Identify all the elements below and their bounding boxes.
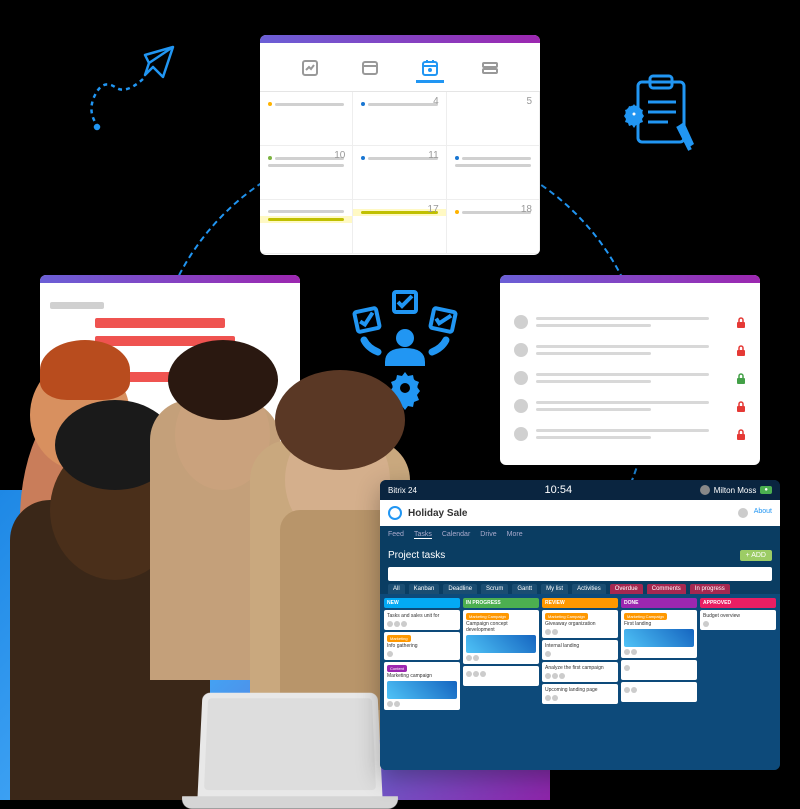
view-tab[interactable]: In progress: [690, 584, 730, 594]
panel-gradient-bar: [40, 275, 300, 283]
calendar-grid: 45 10111718: [260, 91, 540, 254]
section-title: Project tasks: [388, 550, 445, 561]
laptop: [197, 693, 382, 801]
nav-more[interactable]: More: [507, 531, 523, 539]
column-header: NEW: [384, 598, 460, 608]
kanban-card[interactable]: Analyze the first campaign: [542, 662, 618, 682]
nav-calendar[interactable]: Calendar: [442, 531, 470, 539]
avatar: [514, 315, 528, 329]
list-body: [500, 283, 760, 465]
user-name: Milton Moss: [714, 486, 757, 495]
column-header: APPROVED: [700, 598, 776, 608]
kanban-view-tabs: All KanbanDeadline Scrum Gantt My list Activi…: [380, 581, 780, 594]
kanban-card[interactable]: [621, 682, 697, 702]
calendar-cell[interactable]: 17: [353, 200, 446, 254]
search-input[interactable]: [388, 567, 772, 581]
status-badge: ●: [760, 486, 772, 494]
calendar-cell[interactable]: 4: [353, 92, 446, 146]
user-avatar[interactable]: [700, 485, 710, 495]
about-link[interactable]: About: [754, 508, 772, 518]
nav-drive[interactable]: Drive: [480, 531, 496, 539]
tab-calendar[interactable]: [416, 55, 444, 83]
workspace-title: Holiday Sale: [408, 508, 467, 519]
lock-icon: [736, 372, 746, 384]
view-tab[interactable]: My list: [541, 584, 568, 594]
view-tab[interactable]: All: [388, 584, 405, 594]
kanban-column: DONE Marketing CampaignFirst landing: [621, 598, 697, 770]
list-row[interactable]: [514, 315, 746, 329]
kanban-card[interactable]: Upcoming landing page: [542, 684, 618, 704]
lock-icon: [736, 400, 746, 412]
clipboard-gear-icon: [620, 70, 700, 165]
column-header: IN PROGRESS: [463, 598, 539, 608]
calendar-cell[interactable]: [447, 146, 540, 200]
column-header: DONE: [621, 598, 697, 608]
view-tab[interactable]: Activities: [572, 584, 606, 594]
lock-icon: [736, 428, 746, 440]
kanban-card[interactable]: [463, 666, 539, 686]
calendar-tab-bar: [260, 43, 540, 91]
calendar-panel: 45 10111718: [260, 35, 540, 255]
team-photo: [0, 390, 440, 800]
avatar: [514, 427, 528, 441]
brand-label: Bitrix 24: [388, 486, 417, 495]
kanban-column: REVIEW Marketing CampaignGiveaway organiz…: [542, 598, 618, 770]
workspace-icon: [388, 506, 402, 520]
kanban-topbar: Bitrix 24 10:54 Milton Moss ●: [380, 480, 780, 500]
gantt-row: [50, 317, 290, 329]
list-row[interactable]: [514, 399, 746, 413]
kanban-column: IN PROGRESS Marketing CampaignCampaign co…: [463, 598, 539, 770]
kanban-nav: Feed Tasks Calendar Drive More: [380, 526, 780, 544]
column-header: REVIEW: [542, 598, 618, 608]
kanban-card[interactable]: Marketing CampaignCampaign concept devel…: [463, 610, 539, 664]
view-tab[interactable]: Comments: [647, 584, 686, 594]
avatar: [514, 371, 528, 385]
view-tab[interactable]: Overdue: [610, 584, 643, 594]
view-tab[interactable]: Gantt: [512, 584, 537, 594]
calendar-cell[interactable]: [260, 92, 353, 146]
avatar: [514, 343, 528, 357]
tab-chart[interactable]: [296, 55, 324, 83]
calendar-cell[interactable]: 11: [353, 146, 446, 200]
kanban-columns: NEW Tasks and sales unit forMarketingInfo…: [380, 594, 780, 770]
view-tab[interactable]: Kanban: [409, 584, 440, 594]
kanban-card[interactable]: ContentMarketing campaign: [384, 662, 460, 710]
calendar-cell[interactable]: [260, 200, 353, 254]
time-label: 10:54: [545, 484, 573, 496]
kanban-column: APPROVED Budget overview: [700, 598, 776, 770]
calendar-cell[interactable]: 5: [447, 92, 540, 146]
tab-drive[interactable]: [476, 55, 504, 83]
calendar-cell[interactable]: 18: [447, 200, 540, 254]
add-button[interactable]: + ADD: [740, 550, 772, 561]
kanban-card[interactable]: Marketing CampaignGiveaway organization: [542, 610, 618, 638]
list-row[interactable]: [514, 427, 746, 441]
panel-gradient-bar: [260, 35, 540, 43]
tab-feed[interactable]: [356, 55, 384, 83]
kanban-section-header: Project tasks + ADD: [380, 544, 780, 567]
member-avatar[interactable]: [738, 508, 748, 518]
kanban-card[interactable]: Marketing CampaignFirst landing: [621, 610, 697, 658]
list-row[interactable]: [514, 343, 746, 357]
kanban-card[interactable]: MarketingInfo gathering: [384, 632, 460, 660]
kanban-card[interactable]: Tasks and sales unit for: [384, 610, 460, 630]
lock-icon: [736, 316, 746, 328]
view-tab[interactable]: Scrum: [481, 584, 508, 594]
calendar-cell[interactable]: 10: [260, 146, 353, 200]
kanban-workspace-header: Holiday Sale About: [380, 500, 780, 526]
panel-gradient-bar: [500, 275, 760, 283]
lock-icon: [736, 344, 746, 356]
paper-plane-icon: [85, 45, 175, 150]
avatar: [514, 399, 528, 413]
kanban-panel: Bitrix 24 10:54 Milton Moss ● Holiday Sa…: [380, 480, 780, 770]
view-tab[interactable]: Deadline: [443, 584, 477, 594]
kanban-card[interactable]: Budget overview: [700, 610, 776, 630]
kanban-card[interactable]: [621, 660, 697, 680]
nav-tasks[interactable]: Tasks: [414, 531, 432, 539]
kanban-card[interactable]: Internal landing: [542, 640, 618, 660]
nav-feed[interactable]: Feed: [388, 531, 404, 539]
kanban-column: NEW Tasks and sales unit forMarketingInfo…: [384, 598, 460, 770]
gantt-row: [50, 299, 290, 311]
list-panel: [500, 275, 760, 465]
list-row[interactable]: [514, 371, 746, 385]
